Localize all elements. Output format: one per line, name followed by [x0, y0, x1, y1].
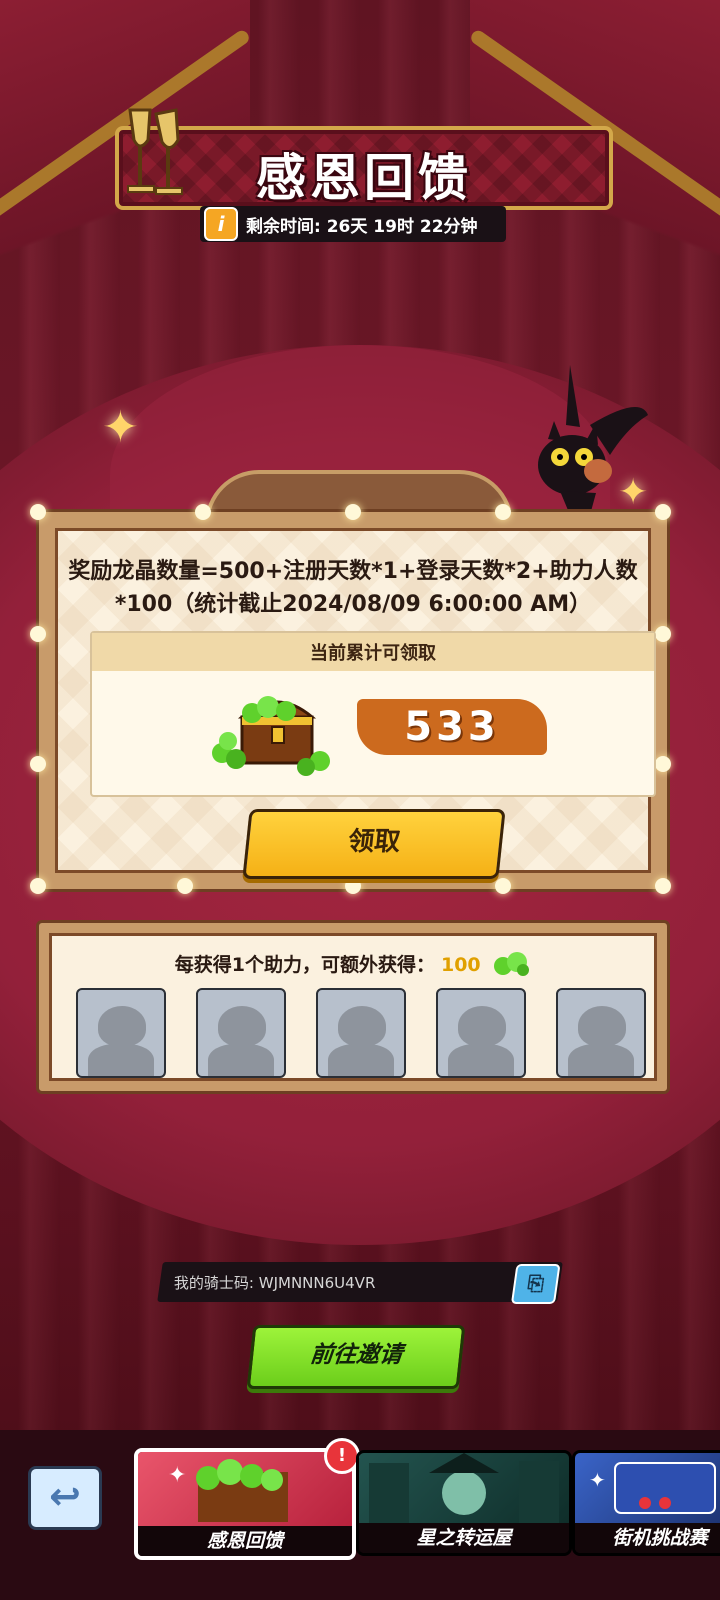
claimable-amount: 533 [357, 699, 547, 755]
helper-inner: 每获得1个助力，可额外获得： 100 [49, 933, 657, 1081]
helper-bonus-amount: 100 [440, 954, 481, 976]
countdown-timer: i 剩余时间: 26天 19时 22分钟 [200, 206, 506, 242]
marquee-bulb [655, 504, 671, 520]
claim-button[interactable]: 领取 [242, 809, 506, 879]
helper-slots [76, 988, 646, 1078]
marquee-bulb [30, 626, 46, 642]
marquee-bulb [30, 756, 46, 772]
accumulated-scroll: 当前累计可领取 533 [90, 631, 656, 797]
gem-icon [491, 950, 531, 981]
reward-board: 奖励龙晶数量=500+注册天数*1+登录天数*2+助力人数*100（统计截止20… [30, 504, 671, 894]
imp-mascot [530, 365, 650, 525]
marquee-bulb [345, 504, 361, 520]
tab-art: ✦ [138, 1452, 352, 1526]
helper-slot[interactable] [436, 988, 526, 1078]
marquee-bulb [655, 756, 671, 772]
goblet-icon [120, 100, 190, 210]
marquee-bulb [30, 878, 46, 894]
marquee-bulb [195, 504, 211, 520]
marquee-bulb [177, 878, 193, 894]
helper-slot[interactable] [556, 988, 646, 1078]
timer-text: 剩余时间: 26天 19时 22分钟 [246, 216, 478, 237]
game-stage: 感恩回馈 i 剩余时间: 26天 19时 22分钟 ✦ ✦ 奖励龙晶数量=500… [0, 0, 720, 1600]
tab-thanks-feedback[interactable]: ✦ 感恩回馈 [134, 1448, 356, 1560]
tab-art [359, 1453, 569, 1523]
board-inner: 奖励龙晶数量=500+注册天数*1+登录天数*2+助力人数*100（统计截止20… [55, 528, 656, 879]
tab-art: ✦ [575, 1453, 720, 1523]
page-title: 感恩回馈 [256, 149, 472, 207]
marquee-bulb [495, 504, 511, 520]
reward-formula: 奖励龙晶数量=500+注册天数*1+登录天数*2+助力人数*100（统计截止20… [68, 559, 638, 617]
knight-code-text: 我的骑士码: WJMNNN6U4VR [174, 1273, 376, 1292]
helper-bonus: 每获得1个助力，可额外获得： 100 [52, 950, 654, 981]
helper-panel: 每获得1个助力，可额外获得： 100 [36, 920, 670, 1094]
marquee-bulb [655, 626, 671, 642]
treasure-chest-icon [202, 683, 342, 779]
tab-star-fortune-house[interactable]: 星之转运屋 [356, 1450, 572, 1556]
bottom-nav: ↩ ✦ 感恩回馈 ! 星之转运屋 ✦ 街机挑战赛 [0, 1430, 720, 1600]
marquee-bulb [655, 878, 671, 894]
tab-label: 感恩回馈 [138, 1526, 352, 1556]
marquee-bulb [30, 504, 46, 520]
marquee-bulb [495, 878, 511, 894]
marquee-bulb [345, 878, 361, 894]
info-icon[interactable]: i [204, 207, 238, 241]
tab-label: 星之转运屋 [359, 1523, 569, 1553]
helper-slot[interactable] [76, 988, 166, 1078]
knight-code-bar: 我的骑士码: WJMNNN6U4VR ⎘ [157, 1262, 563, 1304]
tab-label: 街机挑战赛 [575, 1523, 720, 1553]
copy-icon[interactable]: ⎘ [510, 1264, 561, 1304]
alert-badge: ! [324, 1438, 360, 1474]
helper-bonus-text: 每获得1个助力，可额外获得： [174, 954, 435, 976]
svg-text:✦: ✦ [168, 1463, 186, 1488]
svg-text:✦: ✦ [589, 1468, 606, 1492]
invite-button[interactable]: 前往邀请 [246, 1325, 466, 1389]
sparkle-icon: ✦ [102, 402, 139, 453]
tab-arcade-challenge[interactable]: ✦ 街机挑战赛 [572, 1450, 720, 1556]
helper-slot[interactable] [196, 988, 286, 1078]
back-arrow-icon[interactable]: ↩ [28, 1466, 102, 1530]
helper-slot[interactable] [316, 988, 406, 1078]
accumulated-label: 当前累计可领取 [92, 633, 654, 671]
